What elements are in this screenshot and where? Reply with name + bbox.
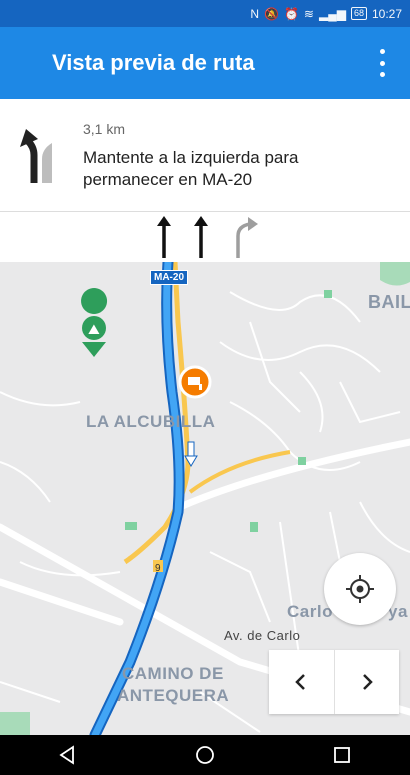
previous-step-button[interactable] — [269, 650, 334, 714]
area-label-alcubilla: LA ALCUBILLA — [86, 412, 216, 431]
status-bar: N 🔕 ⏰ ≋ ▂▄▆ 68 10:27 — [0, 0, 410, 27]
chevron-right-icon — [362, 674, 373, 690]
area-label-camino: CAMINO DE — [122, 664, 224, 683]
lane-arrow-straight-icon — [157, 216, 171, 258]
lane-guidance — [0, 212, 410, 263]
area-label-baila: BAIL — [368, 292, 410, 312]
area-label-carlos: Carlo — [287, 602, 333, 621]
instruction-card: 3,1 km Mantente a la izquierda para perm… — [0, 99, 410, 212]
back-icon[interactable] — [58, 745, 78, 765]
distance-label: 3,1 km — [83, 121, 126, 137]
recents-icon[interactable] — [332, 745, 352, 765]
clock: 10:27 — [371, 6, 402, 21]
next-step-button[interactable] — [335, 650, 400, 714]
step-pager — [269, 650, 399, 714]
area-label-antequera: ANTEQUERA — [117, 686, 230, 705]
mute-icon: 🔕 — [264, 6, 279, 21]
wifi-icon: ≋ — [303, 6, 314, 21]
keep-left-icon — [20, 129, 52, 183]
nfc-icon: N — [250, 6, 260, 21]
lane-arrow-straight-icon — [194, 216, 208, 258]
status-icons: N 🔕 ⏰ ≋ ▂▄▆ 68 10:27 — [250, 7, 402, 21]
page-title: Vista previa de ruta — [52, 50, 255, 75]
exit-number: 9 — [155, 563, 161, 574]
my-location-icon — [346, 575, 374, 603]
home-icon[interactable] — [195, 745, 215, 765]
battery-icon: 68 — [350, 7, 367, 20]
speed-camera-icon[interactable] — [178, 365, 212, 399]
chevron-left-icon — [295, 674, 306, 690]
lane-arrow-right-icon — [236, 217, 258, 258]
overflow-menu-button[interactable] — [376, 49, 388, 77]
street-label-avenida: Av. de Carlo — [224, 628, 301, 643]
app-bar: Vista previa de ruta — [0, 27, 410, 99]
system-nav-bar — [0, 735, 410, 775]
instruction-text: Mantente a la izquierda para permanecer … — [83, 148, 299, 189]
recenter-button[interactable] — [324, 553, 396, 625]
alarm-icon: ⏰ — [283, 6, 299, 21]
signal-icon: ▂▄▆ — [318, 6, 346, 21]
road-shield: MA-20 — [150, 270, 189, 285]
svg-text:⛰: ⛰ — [88, 322, 100, 338]
